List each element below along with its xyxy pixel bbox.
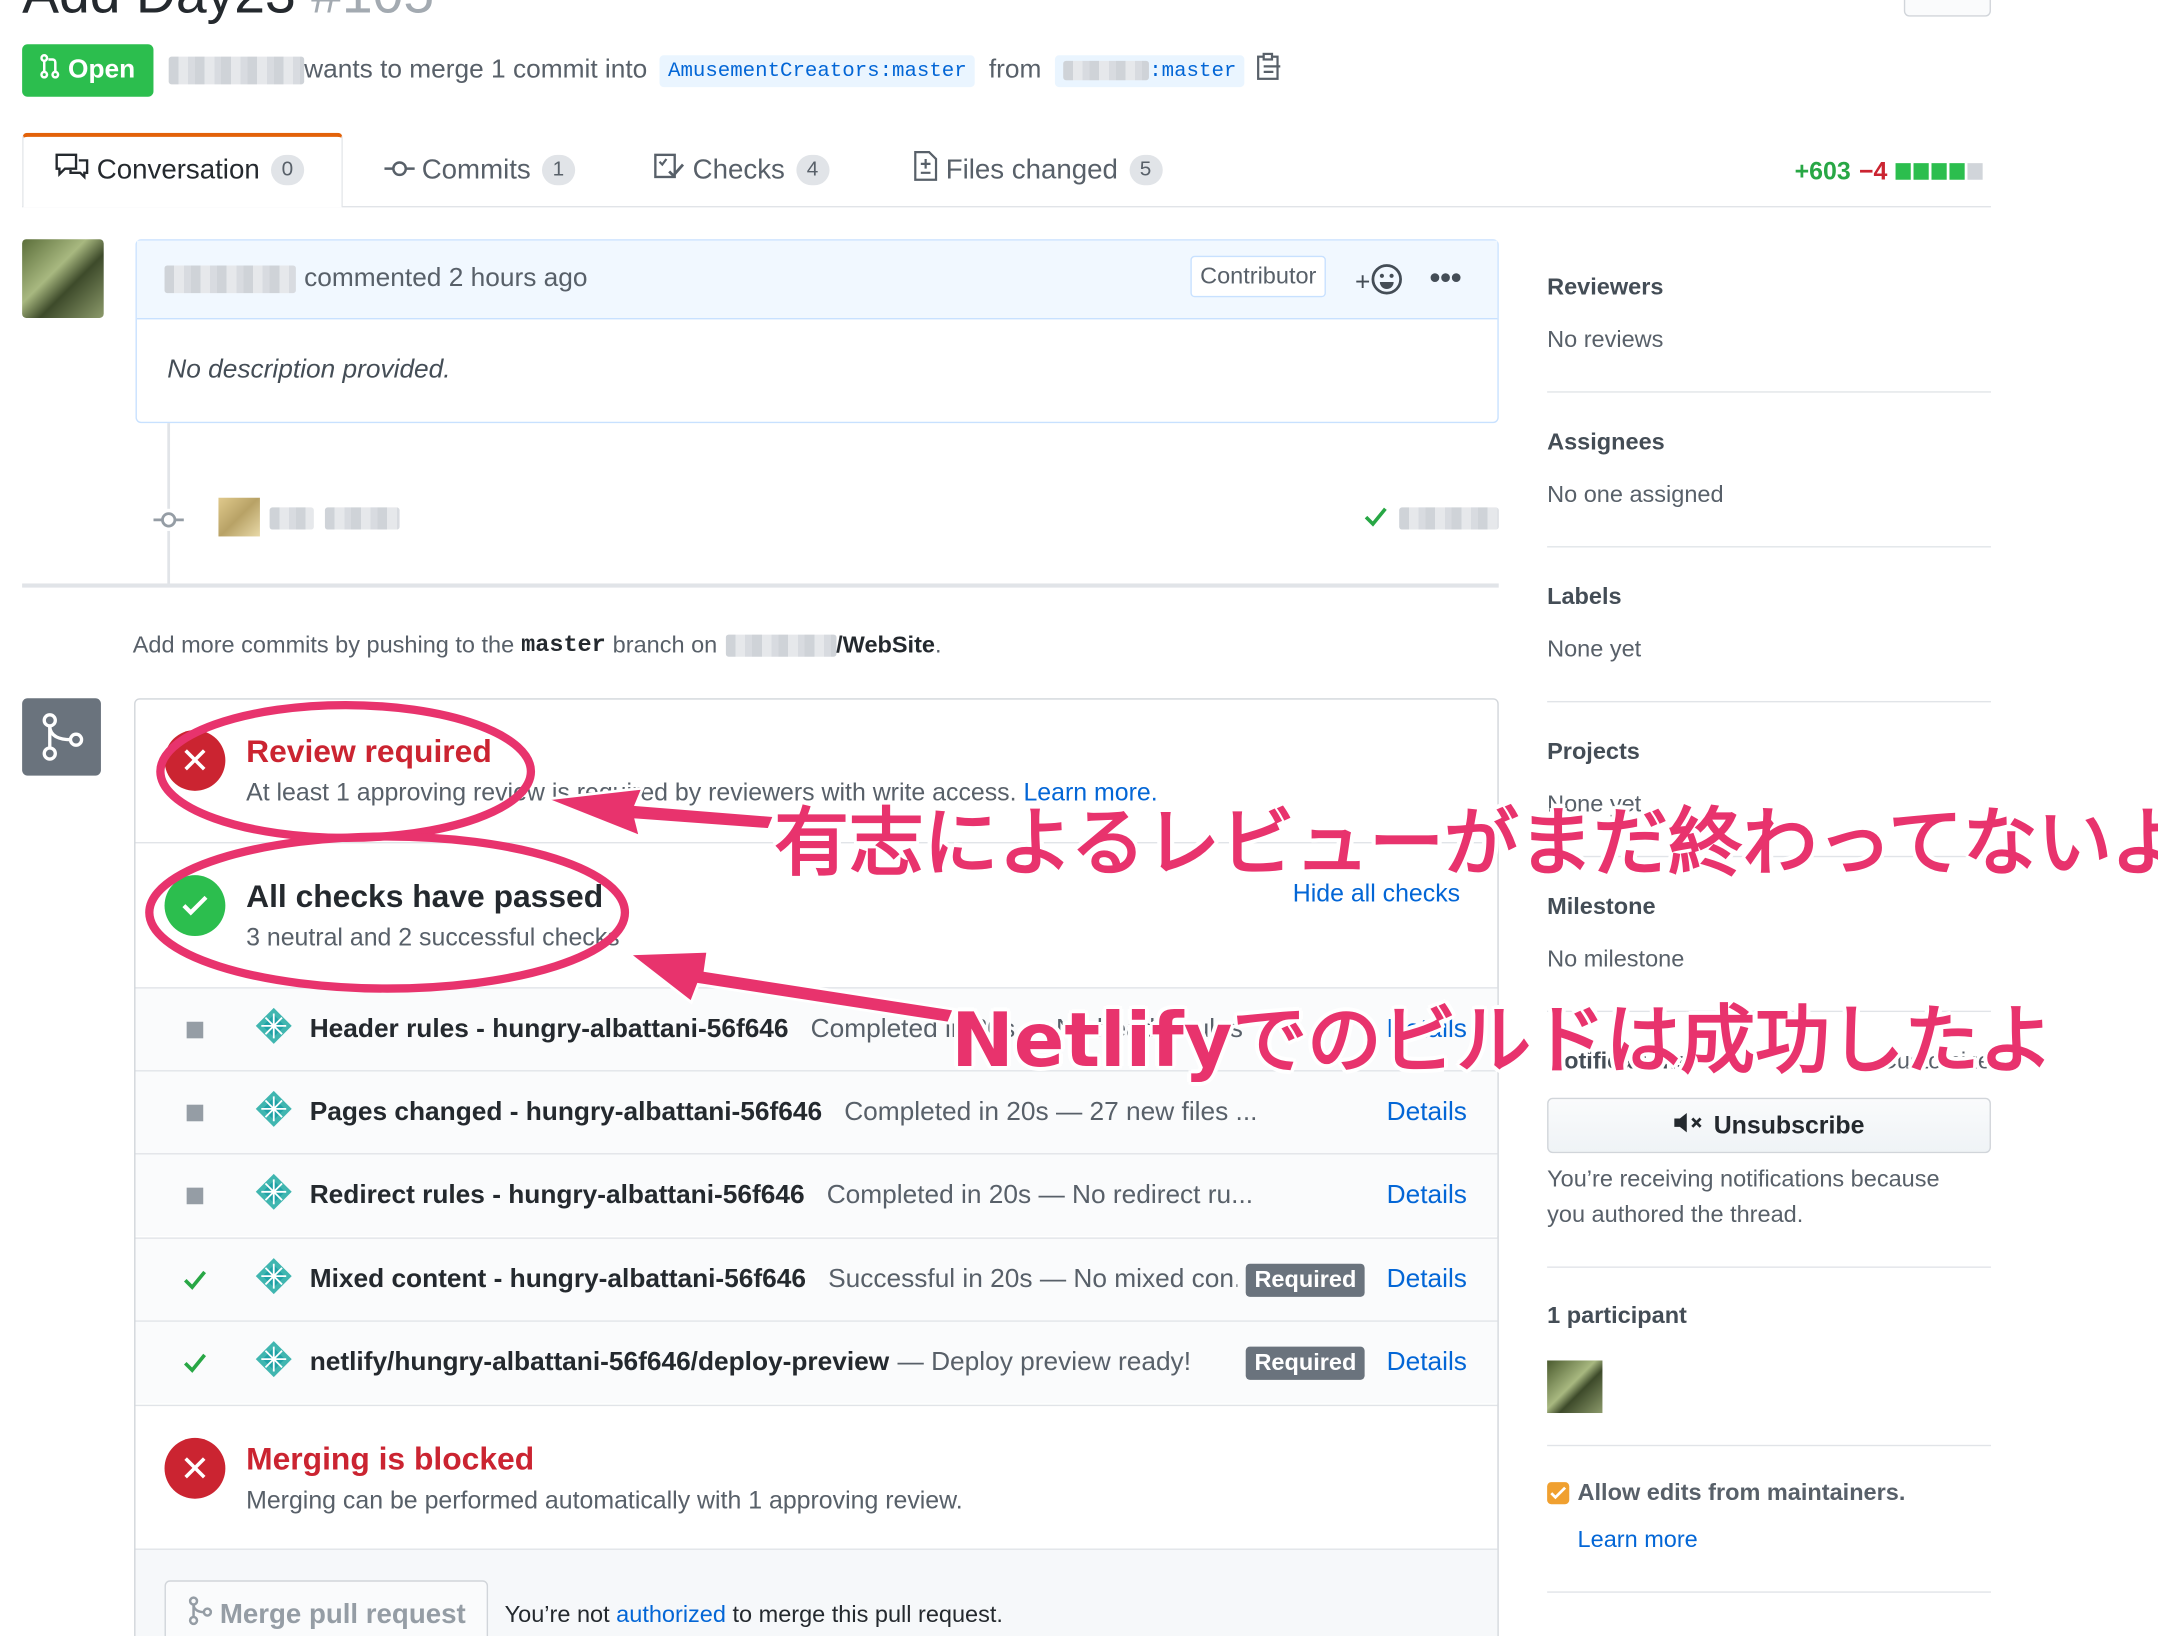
- review-annotation-text: 有志によるレビューがまだ終わってないよ: [774, 799, 2158, 887]
- review-arrow: [545, 786, 777, 839]
- review-highlight-ellipse: [156, 700, 536, 843]
- build-annotation-text: Netlifyでのビルドは成功したよ: [951, 996, 2054, 1084]
- checks-highlight-ellipse: [145, 832, 630, 993]
- build-arrow: [625, 949, 956, 1025]
- pull-request-page: Add Day23 #105 Open wants to merge 1 com…: [0, 0, 2158, 1636]
